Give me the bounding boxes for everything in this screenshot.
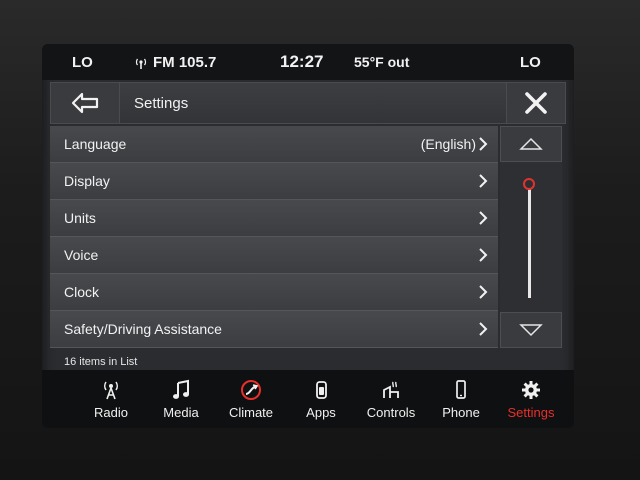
- radio-station: FM 105.7: [153, 54, 217, 71]
- chevron-right-icon: [479, 211, 488, 225]
- phone-icon: [456, 379, 466, 399]
- header: Settings: [50, 82, 566, 124]
- gear-icon: [522, 380, 540, 399]
- radio-icon: [104, 381, 118, 399]
- list-item-label: Clock: [64, 284, 100, 300]
- climate-icon: [241, 379, 261, 400]
- list-item-voice[interactable]: Voice: [50, 237, 498, 274]
- close-button[interactable]: [506, 82, 566, 124]
- antenna-icon: [135, 58, 147, 69]
- list-item-label: Safety/Driving Assistance: [64, 321, 222, 337]
- back-button[interactable]: [50, 82, 120, 124]
- clock: 12:27: [280, 52, 324, 71]
- list-item-clock[interactable]: Clock: [50, 274, 498, 311]
- list-item-safety-driving-assistance[interactable]: Safety/Driving Assistance: [50, 311, 498, 348]
- nav-media[interactable]: Media: [146, 370, 216, 428]
- temp-setting-right: LO: [520, 54, 541, 71]
- list-item-value: (English): [420, 136, 476, 152]
- list-item-language[interactable]: Language (English): [50, 126, 498, 163]
- chevron-up-icon: [519, 137, 543, 150]
- nav-label: Settings: [507, 404, 555, 420]
- nav-label: Phone: [442, 404, 480, 420]
- temp-setting-left: LO: [72, 54, 93, 71]
- list-item-label: Display: [64, 173, 110, 189]
- list-item-label: Voice: [64, 247, 99, 263]
- nav-label: Radio: [94, 404, 128, 420]
- nav-radio[interactable]: Radio: [76, 370, 146, 428]
- scroll-up-button[interactable]: [500, 126, 562, 162]
- status-bar: LO FM 105.7 12:27 55°F out LO: [42, 44, 574, 80]
- close-icon: [525, 92, 547, 114]
- scrollbar: [500, 126, 562, 348]
- nav-label: Climate: [228, 404, 274, 420]
- nav-label: Controls: [366, 404, 416, 420]
- controls-icon: [383, 381, 399, 398]
- scroll-thumb[interactable]: [523, 178, 535, 190]
- list-item-units[interactable]: Units: [50, 200, 498, 237]
- music-note-icon: [173, 379, 189, 399]
- settings-list: Language (English) Display Units Voice C…: [50, 126, 498, 350]
- list-item-label: Units: [64, 210, 96, 226]
- outside-temperature: 55°F out: [354, 54, 410, 70]
- chevron-right-icon: [479, 322, 488, 336]
- chevron-right-icon: [479, 174, 488, 188]
- nav-climate[interactable]: Climate: [216, 370, 286, 428]
- chevron-down-icon: [519, 324, 543, 337]
- apps-icon: [316, 380, 327, 399]
- back-arrow-icon: [71, 92, 99, 114]
- nav-label: Apps: [306, 404, 336, 420]
- chevron-right-icon: [479, 137, 488, 151]
- list-item-label: Language: [64, 136, 127, 152]
- chevron-right-icon: [479, 248, 488, 262]
- nav-apps[interactable]: Apps: [286, 370, 356, 428]
- page-title: Settings: [120, 82, 506, 124]
- list-item-display[interactable]: Display: [50, 163, 498, 200]
- nav-phone[interactable]: Phone: [426, 370, 496, 428]
- nav-controls[interactable]: Controls: [356, 370, 426, 428]
- scroll-track[interactable]: [528, 184, 531, 298]
- scroll-down-button[interactable]: [500, 312, 562, 348]
- list-item-value-wrap: (English): [421, 136, 488, 152]
- radio-status: FM 105.7: [134, 54, 216, 71]
- nav-settings[interactable]: Settings: [496, 370, 566, 428]
- chevron-right-icon: [479, 285, 488, 299]
- bottom-nav: Radio Media Climate Apps Controls Phone …: [42, 370, 574, 428]
- item-count: 16 items in List: [64, 356, 138, 368]
- nav-label: Media: [163, 404, 199, 420]
- head-unit-screen: LO FM 105.7 12:27 55°F out LO Settings L…: [42, 44, 574, 428]
